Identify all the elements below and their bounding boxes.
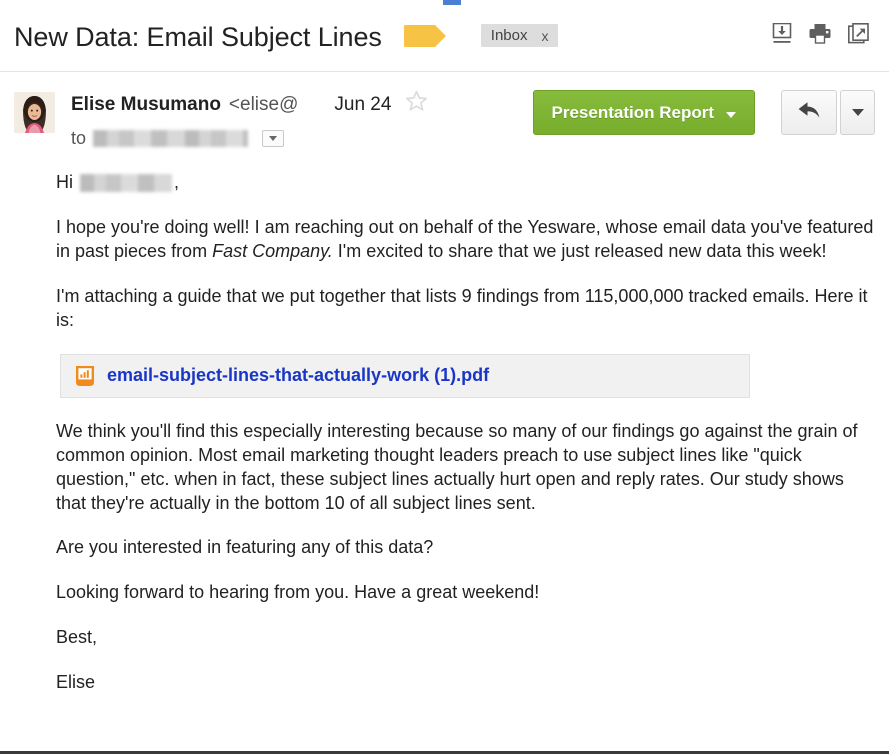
recipient-redacted — [93, 130, 249, 147]
open-in-new-window-icon[interactable] — [848, 22, 869, 49]
label-tag-yellow-icon[interactable] — [403, 24, 446, 47]
chevron-down-icon — [269, 136, 278, 141]
print-icon[interactable] — [809, 23, 831, 49]
signature-block: Best, Elise — [56, 626, 875, 695]
body-paragraph-4: Are you interested in featuring any of t… — [56, 537, 434, 558]
download-icon[interactable] — [772, 22, 792, 49]
greeting-prefix: Hi — [56, 172, 73, 192]
star-icon[interactable] — [405, 90, 428, 117]
sender-email: <elise@ — [228, 94, 299, 115]
body-paragraph-5: Looking forward to hearing from you. Hav… — [56, 582, 540, 603]
greeting-comma: , — [174, 172, 180, 192]
header-actions: Presentation Report — [532, 90, 875, 135]
remove-label-icon[interactable]: x — [541, 28, 548, 44]
reply-arrow-icon — [796, 99, 822, 126]
inbox-label-chip[interactable]: Inbox x — [480, 24, 559, 47]
presentation-report-button[interactable]: Presentation Report — [532, 90, 755, 135]
pdf-file-icon — [75, 365, 95, 387]
greeting-name-redacted — [80, 173, 172, 192]
show-details-toggle[interactable] — [262, 130, 285, 147]
subject-bar: New Data: Email Subject Lines Inbox x — [0, 0, 889, 72]
body-paragraph-1: I hope you're doing well! I am reaching … — [56, 216, 875, 264]
para1-part2: I'm excited to share that we just releas… — [332, 240, 827, 261]
subject-bar-icons — [772, 22, 875, 49]
page-title: New Data: Email Subject Lines — [14, 21, 382, 52]
message-header: Elise Musumano <elise@ Jun 24 to Present… — [0, 72, 889, 149]
attachment-filename[interactable]: email-subject-lines-that-actually-work (… — [107, 364, 489, 388]
signature-name: Elise — [56, 672, 96, 693]
avatar[interactable] — [14, 92, 55, 133]
reply-button[interactable] — [781, 90, 837, 135]
more-options-button[interactable] — [840, 90, 875, 135]
presentation-report-label: Presentation Report — [551, 102, 714, 122]
signoff-line: Best, — [56, 627, 98, 648]
inbox-label-text: Inbox — [490, 27, 528, 44]
reply-button-group — [781, 90, 875, 135]
message-date: Jun 24 — [334, 94, 392, 115]
chevron-down-icon — [851, 109, 864, 116]
attachment-item[interactable]: email-subject-lines-that-actually-work (… — [60, 353, 750, 398]
to-label: to — [71, 128, 87, 148]
body-paragraph-2: I'm attaching a guide that we put togeth… — [56, 285, 868, 330]
para1-italic-publication: Fast Company. — [212, 240, 333, 261]
greeting-line: Hi , — [56, 171, 875, 195]
chevron-down-icon — [726, 111, 736, 118]
message-body: Hi , I hope you're doing well! I am reac… — [0, 149, 889, 695]
sender-name[interactable]: Elise Musumano — [71, 94, 221, 116]
body-paragraph-3: We think you'll find this especially int… — [56, 420, 858, 513]
